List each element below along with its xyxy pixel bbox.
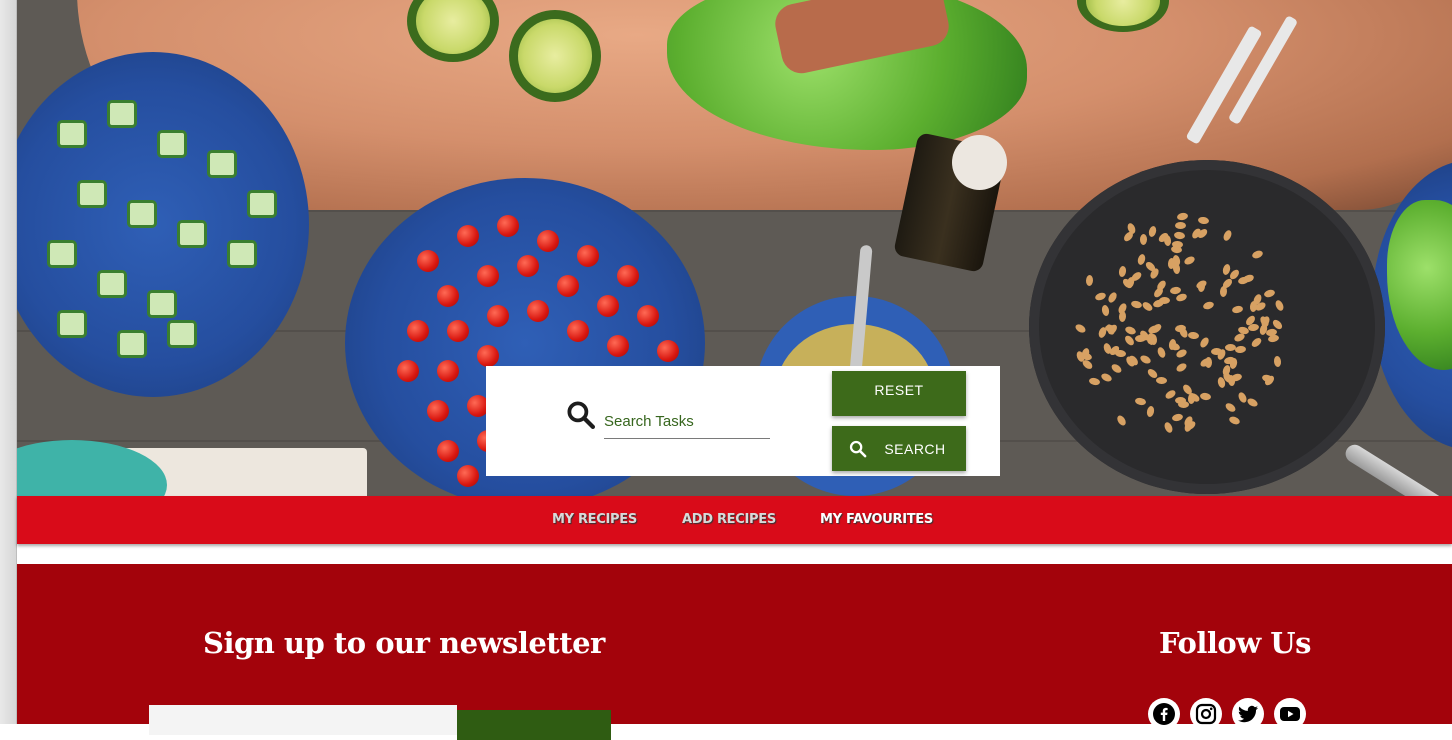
main-nav: MY RECIPES ADD RECIPES MY FAVOURITES	[17, 496, 1452, 544]
youtube-icon	[1280, 707, 1300, 721]
cucumber-plate	[17, 52, 309, 397]
twitter-link[interactable]	[1232, 698, 1264, 730]
instagram-icon	[1195, 703, 1217, 725]
search-card: RESET SEARCH	[486, 366, 1000, 476]
nav-item-my-recipes[interactable]: MY RECIPES	[552, 512, 637, 527]
browser-window-edge	[0, 0, 17, 724]
instagram-link[interactable]	[1190, 698, 1222, 730]
pine-nut	[1174, 396, 1186, 405]
twitter-icon	[1238, 705, 1258, 723]
youtube-link[interactable]	[1274, 698, 1306, 730]
avocado	[509, 10, 601, 102]
facebook-icon	[1153, 703, 1175, 725]
follow-us-title: Follow Us	[1159, 626, 1311, 660]
newsletter-submit-button[interactable]	[457, 710, 611, 740]
pine-nut	[1134, 334, 1146, 342]
search-button[interactable]: SEARCH	[832, 426, 966, 471]
newsletter-email-input[interactable]	[149, 705, 457, 735]
footer: Sign up to our newsletter Follow Us	[17, 564, 1452, 740]
search-icon	[849, 440, 867, 458]
pine-nut	[1171, 240, 1183, 248]
facebook-link[interactable]	[1148, 698, 1180, 730]
search-input[interactable]	[604, 404, 770, 439]
newsletter-title: Sign up to our newsletter	[203, 626, 605, 660]
nav-item-add-recipes[interactable]: ADD RECIPES	[682, 512, 776, 527]
reset-button[interactable]: RESET	[832, 371, 966, 416]
nav-item-my-favourites[interactable]: MY FAVOURITES	[820, 512, 933, 527]
search-icon	[567, 401, 595, 429]
search-button-label: SEARCH	[884, 440, 946, 457]
